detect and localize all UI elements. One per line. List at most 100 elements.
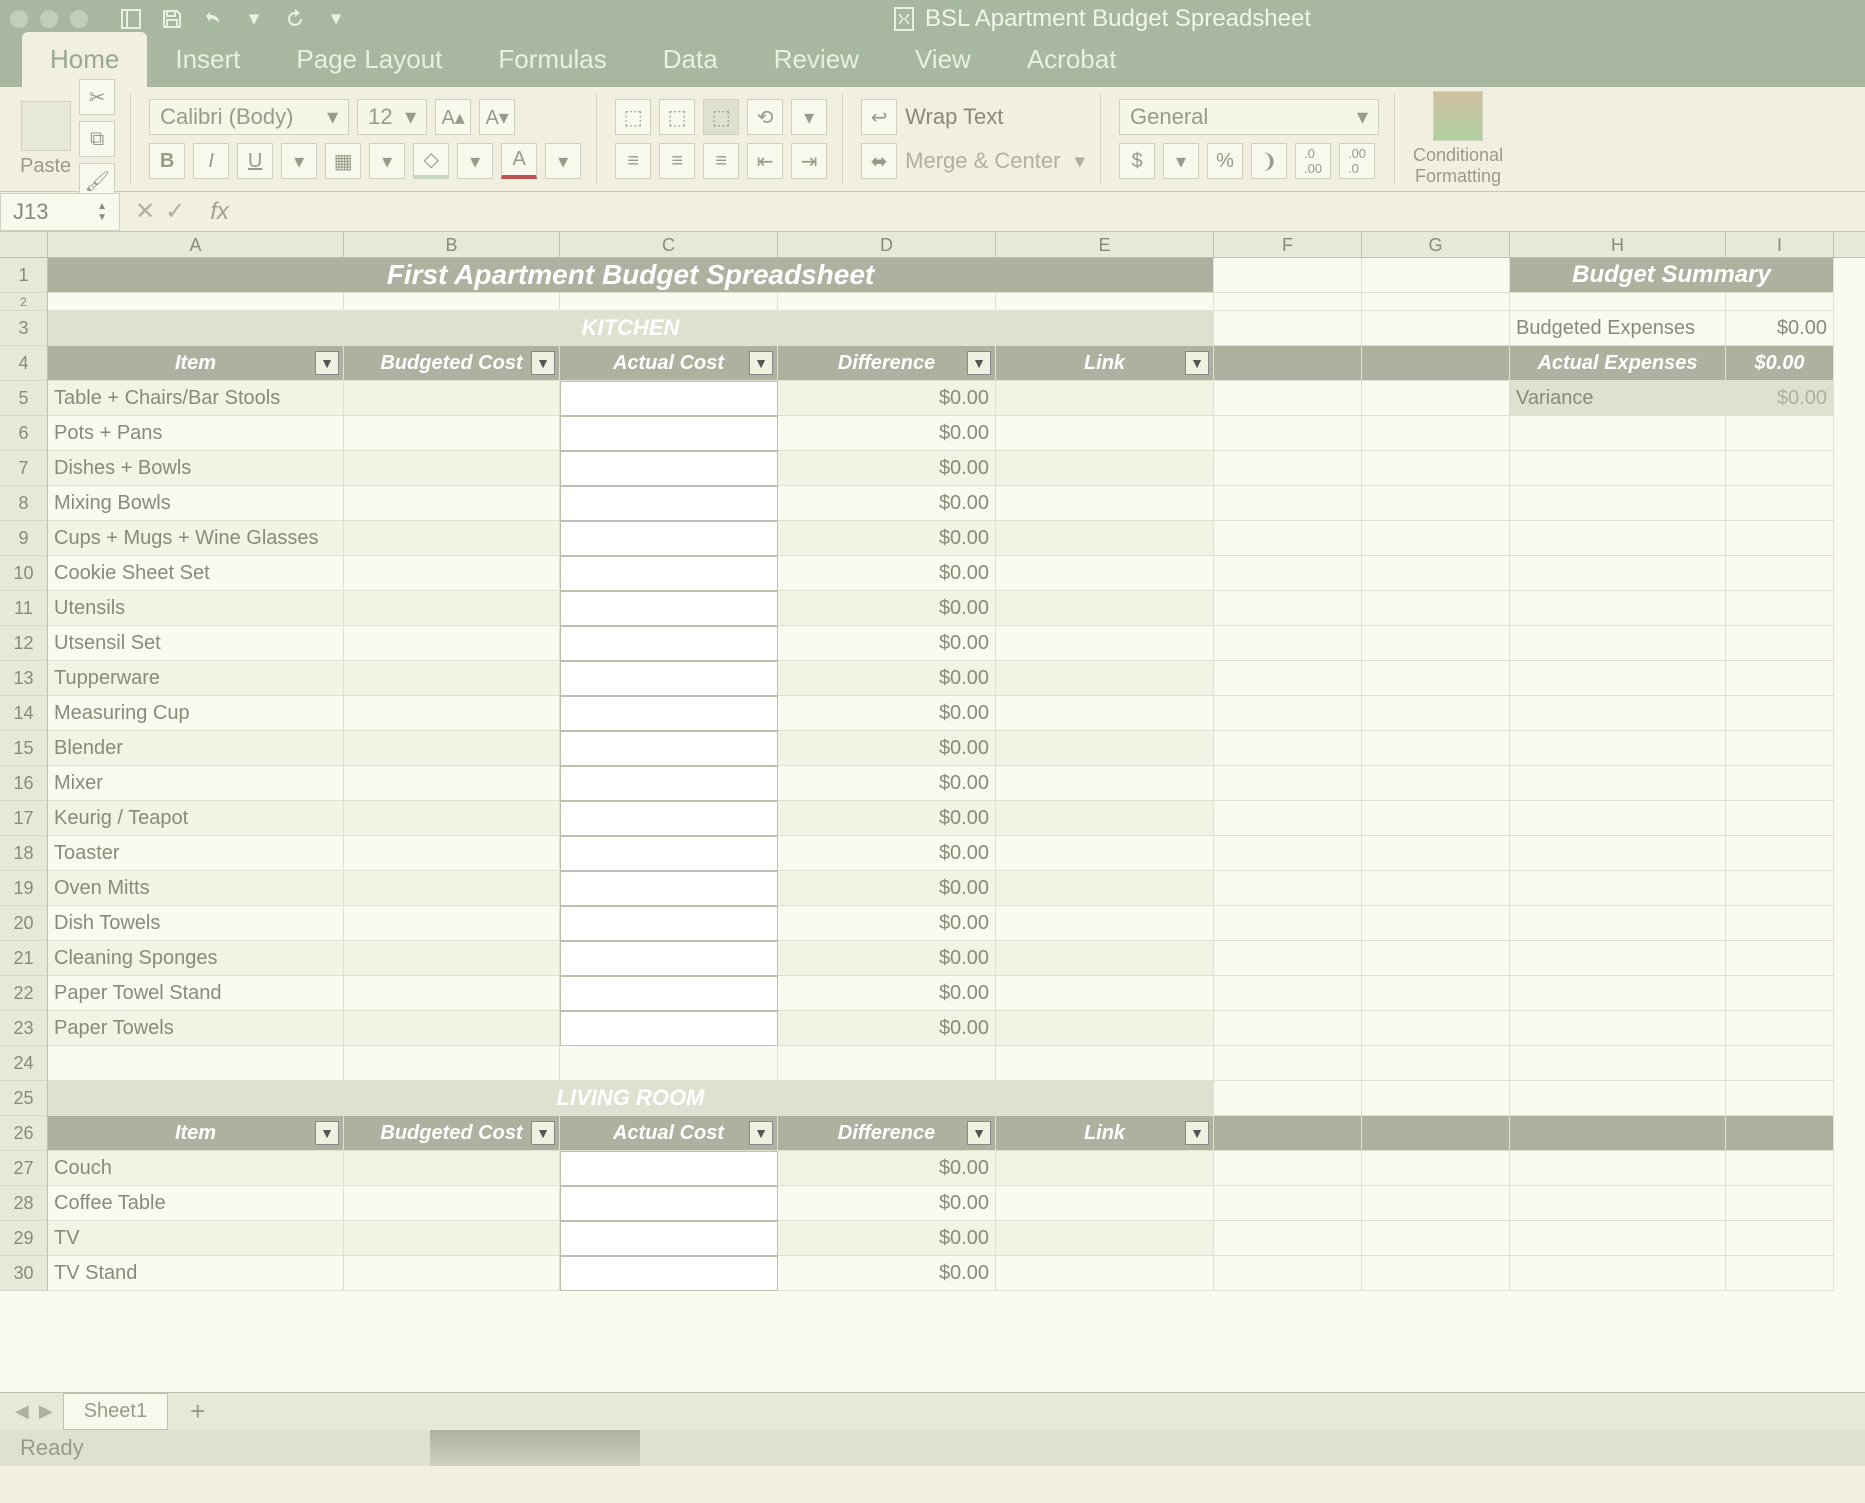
budgeted-cost-cell[interactable]: [344, 906, 560, 941]
cell[interactable]: [1362, 801, 1510, 836]
filter-button[interactable]: ▼: [315, 351, 339, 375]
cell[interactable]: [1362, 346, 1510, 381]
cell[interactable]: [1214, 311, 1362, 346]
link-cell[interactable]: [996, 661, 1214, 696]
decrease-font-icon[interactable]: A▾: [479, 99, 515, 135]
cell-G1[interactable]: [1362, 258, 1510, 293]
cell[interactable]: [1362, 976, 1510, 1011]
cell[interactable]: [1510, 1151, 1726, 1186]
cell[interactable]: [1510, 416, 1726, 451]
actual-cost-cell[interactable]: [560, 626, 778, 661]
cell[interactable]: [1362, 871, 1510, 906]
cell[interactable]: [778, 1046, 996, 1081]
link-cell[interactable]: [996, 451, 1214, 486]
row-header-30[interactable]: 30: [0, 1256, 48, 1291]
increase-indent-icon[interactable]: ⇥: [791, 143, 827, 179]
cell[interactable]: [1726, 906, 1834, 941]
cell-r2-3[interactable]: [778, 293, 996, 311]
actual-cost-cell[interactable]: [560, 941, 778, 976]
cell[interactable]: [1214, 906, 1362, 941]
budgeted-cost-cell[interactable]: [344, 451, 560, 486]
cell[interactable]: [1362, 451, 1510, 486]
row-header-23[interactable]: 23: [0, 1011, 48, 1046]
cell[interactable]: [1214, 696, 1362, 731]
link-cell[interactable]: [996, 416, 1214, 451]
budgeted-cost-cell[interactable]: [344, 521, 560, 556]
cell[interactable]: [1362, 1256, 1510, 1291]
cell[interactable]: [1510, 906, 1726, 941]
row-header-28[interactable]: 28: [0, 1186, 48, 1221]
item-cell[interactable]: Couch: [48, 1151, 344, 1186]
summary-label-0[interactable]: Budgeted Expenses: [1510, 311, 1726, 346]
filter-button[interactable]: ▼: [967, 351, 991, 375]
cell[interactable]: [1510, 696, 1726, 731]
budgeted-cost-cell[interactable]: [344, 941, 560, 976]
link-cell[interactable]: [996, 906, 1214, 941]
cell[interactable]: [1726, 1046, 1834, 1081]
merge-center-button[interactable]: Merge & Center: [905, 148, 1060, 174]
wrap-text-button[interactable]: Wrap Text: [905, 104, 1003, 130]
item-cell[interactable]: Dishes + Bowls: [48, 451, 344, 486]
actual-cost-cell[interactable]: [560, 1256, 778, 1291]
item-cell[interactable]: Cleaning Sponges: [48, 941, 344, 976]
column-header-E[interactable]: E: [996, 232, 1214, 257]
formula-input[interactable]: [229, 192, 1865, 231]
column-header-A[interactable]: A: [48, 232, 344, 257]
column-header-G[interactable]: G: [1362, 232, 1510, 257]
cell[interactable]: [1726, 1081, 1834, 1116]
row-header-27[interactable]: 27: [0, 1151, 48, 1186]
cell[interactable]: [1510, 976, 1726, 1011]
col-header-actual-cost[interactable]: Actual Cost▼: [560, 346, 778, 381]
row-header-11[interactable]: 11: [0, 591, 48, 626]
section-header-kitchen[interactable]: KITCHEN: [48, 311, 1214, 346]
col-header-item[interactable]: Item▼: [48, 1116, 344, 1151]
cell[interactable]: [1214, 661, 1362, 696]
budgeted-cost-cell[interactable]: [344, 801, 560, 836]
cell[interactable]: [1726, 521, 1834, 556]
cell[interactable]: [1510, 801, 1726, 836]
decrease-indent-icon[interactable]: ⇤: [747, 143, 783, 179]
column-header-D[interactable]: D: [778, 232, 996, 257]
sheet-title[interactable]: First Apartment Budget Spreadsheet: [48, 258, 1214, 293]
item-cell[interactable]: Tupperware: [48, 661, 344, 696]
budgeted-cost-cell[interactable]: [344, 1151, 560, 1186]
column-header-I[interactable]: I: [1726, 232, 1834, 257]
cell[interactable]: [1362, 906, 1510, 941]
cell[interactable]: [1362, 591, 1510, 626]
difference-cell[interactable]: $0.00: [778, 1256, 996, 1291]
row-header-29[interactable]: 29: [0, 1221, 48, 1256]
cell[interactable]: [1214, 556, 1362, 591]
col-header-difference[interactable]: Difference▼: [778, 346, 996, 381]
cell[interactable]: [1214, 1186, 1362, 1221]
difference-cell[interactable]: $0.00: [778, 696, 996, 731]
cell[interactable]: [1510, 486, 1726, 521]
cell[interactable]: [1362, 731, 1510, 766]
actual-cost-cell[interactable]: [560, 521, 778, 556]
percent-button[interactable]: %: [1207, 143, 1243, 179]
item-cell[interactable]: TV: [48, 1221, 344, 1256]
actual-cost-cell[interactable]: [560, 486, 778, 521]
difference-cell[interactable]: $0.00: [778, 626, 996, 661]
cell[interactable]: [1510, 1011, 1726, 1046]
difference-cell[interactable]: $0.00: [778, 1151, 996, 1186]
zoom-window[interactable]: [70, 10, 88, 28]
cell[interactable]: [1362, 1116, 1510, 1151]
cell[interactable]: [1726, 626, 1834, 661]
cell[interactable]: [1362, 1221, 1510, 1256]
row-header-17[interactable]: 17: [0, 801, 48, 836]
summary-value-2[interactable]: $0.00: [1726, 381, 1834, 416]
cell[interactable]: [1362, 521, 1510, 556]
increase-font-icon[interactable]: A▴: [435, 99, 471, 135]
column-header-C[interactable]: C: [560, 232, 778, 257]
fill-color-button[interactable]: ◇: [413, 143, 449, 179]
cell[interactable]: [1362, 1046, 1510, 1081]
item-cell[interactable]: Blender: [48, 731, 344, 766]
summary-value-0[interactable]: $0.00: [1726, 311, 1834, 346]
col-header-link[interactable]: Link▼: [996, 1116, 1214, 1151]
difference-cell[interactable]: $0.00: [778, 521, 996, 556]
difference-cell[interactable]: $0.00: [778, 836, 996, 871]
cell[interactable]: [1362, 836, 1510, 871]
item-cell[interactable]: Coffee Table: [48, 1186, 344, 1221]
cell[interactable]: [1214, 1011, 1362, 1046]
undo-dropdown-icon[interactable]: ▾: [241, 6, 267, 32]
